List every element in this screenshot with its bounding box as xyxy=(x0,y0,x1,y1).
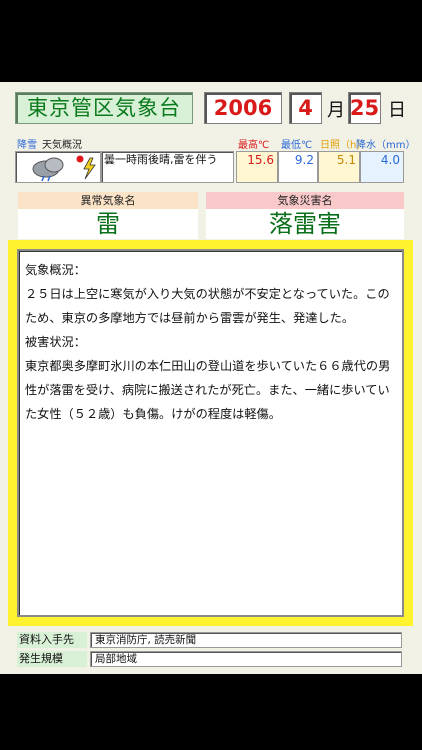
phenomenon-value: 雷 xyxy=(18,209,198,239)
report-damage-text: 東京都奥多摩町氷川の本仁田山の登山道を歩いていた６６歳代の男性が落雷を受け、病院… xyxy=(25,359,391,421)
month-unit: 月 xyxy=(327,100,345,121)
sunshine-value: 5.1 xyxy=(318,151,360,183)
report-text-area[interactable]: 気象概況： ２５日は上空に寒気が入り大気の状態が不安定となっていた。このため、東… xyxy=(17,249,404,617)
disaster-value: 落雷害 xyxy=(206,209,404,239)
summary-label: 天気概況 xyxy=(42,140,82,151)
day-field[interactable]: 25 xyxy=(348,92,381,124)
scale-value: 局部地域 xyxy=(90,651,402,667)
scale-label: 発生規模 xyxy=(17,651,87,667)
lightning-bolt-icon xyxy=(83,157,96,180)
weather-summary: 曇一時雨後晴,雷を伴う xyxy=(101,151,234,183)
app-window: 東京管区気象台 2006 4 月 25 日 降雪 天気概況 最高℃ 最低℃ 日照… xyxy=(0,82,422,674)
report-heading-conditions: 気象概況： xyxy=(25,263,86,277)
report-frame: 気象概況： ２５日は上空に寒気が入り大気の状態が不安定となっていた。このため、東… xyxy=(8,240,413,626)
disaster-label: 気象災害名 xyxy=(206,192,404,209)
weather-icon-box xyxy=(15,151,101,183)
report-heading-damage: 被害状況： xyxy=(25,335,86,349)
precipitation-value: 4.0 xyxy=(360,151,404,183)
min-temp-value: 9.2 xyxy=(278,151,318,183)
source-value: 東京消防庁, 読売新聞 xyxy=(90,632,402,648)
red-dot-icon xyxy=(76,155,84,163)
month-field[interactable]: 4 xyxy=(289,92,322,124)
precipitation-label: 降水（mm） xyxy=(356,140,416,151)
phenomenon-label: 異常気象名 xyxy=(18,192,198,209)
day-unit: 日 xyxy=(388,100,406,121)
max-temp-value: 15.6 xyxy=(236,151,278,183)
min-temp-label: 最低℃ xyxy=(281,140,313,151)
max-temp-label: 最高℃ xyxy=(238,140,270,151)
report-conditions-text: ２５日は上空に寒気が入り大気の状態が不安定となっていた。このため、東京の多摩地方… xyxy=(25,287,390,325)
precip-label: 降雪 xyxy=(17,140,37,151)
year-field[interactable]: 2006 xyxy=(204,92,282,124)
office-name: 東京管区気象台 xyxy=(15,92,193,124)
cloud-rain-lightning-icon xyxy=(32,155,96,182)
source-label: 資料入手先 xyxy=(17,632,87,648)
sunshine-label: 日照（h) xyxy=(320,140,361,151)
